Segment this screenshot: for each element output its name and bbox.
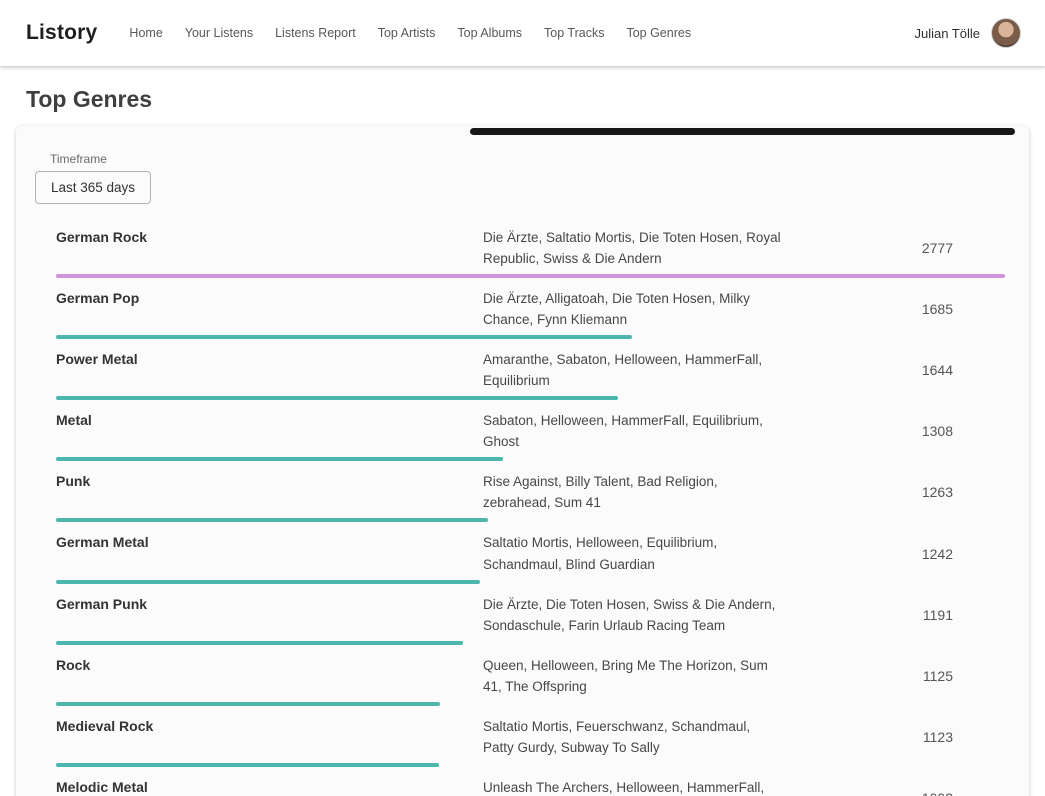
genre-progress-bar	[56, 457, 503, 461]
genre-count: 1644	[783, 362, 1005, 378]
nav-item-top-artists[interactable]: Top Artists	[378, 26, 436, 40]
nav-item-top-tracks[interactable]: Top Tracks	[544, 26, 604, 40]
genre-artists: Die Ärzte, Die Toten Hosen, Swiss & Die …	[483, 594, 783, 636]
table-row: German Punk Die Ärzte, Die Toten Hosen, …	[56, 586, 1005, 647]
genre-artists: Unleash The Archers, Helloween, HammerFa…	[483, 777, 783, 796]
genre-name: German Pop	[56, 288, 483, 306]
genre-progress-bar	[56, 580, 480, 584]
table-row: Melodic Metal Unleash The Archers, Hello…	[56, 769, 1005, 796]
genre-artists: Die Ärzte, Saltatio Mortis, Die Toten Ho…	[483, 227, 783, 269]
timeframe-control: Timeframe Last 365 days	[35, 152, 1005, 204]
table-row: German Metal Saltatio Mortis, Helloween,…	[56, 524, 1005, 585]
genre-name: German Metal	[56, 532, 483, 550]
table-row: German Rock Die Ärzte, Saltatio Mortis, …	[56, 219, 1005, 280]
genre-artists: Sabaton, Helloween, HammerFall, Equilibr…	[483, 410, 783, 452]
table-row: Rock Queen, Helloween, Bring Me The Hori…	[56, 647, 1005, 708]
genre-artists: Saltatio Mortis, Feuerschwanz, Schandmau…	[483, 716, 783, 758]
genre-progress-bar	[56, 763, 439, 767]
top-genres-card: Timeframe Last 365 days German Rock Die …	[16, 126, 1029, 796]
genre-count: 1002	[783, 790, 1005, 796]
nav-item-top-albums[interactable]: Top Albums	[457, 26, 522, 40]
genre-name: German Rock	[56, 227, 483, 245]
timeframe-label: Timeframe	[50, 152, 1005, 166]
genre-count: 1308	[783, 423, 1005, 439]
user-name: Julian Tölle	[914, 26, 980, 41]
genre-progress-bar	[56, 702, 440, 706]
nav-item-listens-report[interactable]: Listens Report	[275, 26, 356, 40]
genre-artists: Amaranthe, Sabaton, Helloween, HammerFal…	[483, 349, 783, 391]
genre-artists: Rise Against, Billy Talent, Bad Religion…	[483, 471, 783, 513]
genre-name: Power Metal	[56, 349, 483, 367]
genre-count: 1242	[783, 546, 1005, 562]
genre-artists: Queen, Helloween, Bring Me The Horizon, …	[483, 655, 783, 697]
nav-item-your-listens[interactable]: Your Listens	[185, 26, 253, 40]
table-row: Power Metal Amaranthe, Sabaton, Hellowee…	[56, 341, 1005, 402]
genre-table: German Rock Die Ärzte, Saltatio Mortis, …	[56, 219, 1005, 796]
genre-name: Punk	[56, 471, 483, 489]
genre-name: Rock	[56, 655, 483, 673]
nav-item-top-genres[interactable]: Top Genres	[626, 26, 691, 40]
genre-name: Melodic Metal	[56, 777, 483, 795]
avatar[interactable]	[991, 18, 1021, 48]
genre-name: Metal	[56, 410, 483, 428]
timeframe-select[interactable]: Last 365 days	[35, 171, 151, 204]
genre-name: German Punk	[56, 594, 483, 612]
page-title: Top Genres	[26, 86, 1045, 113]
user-box[interactable]: Julian Tölle	[914, 18, 1021, 48]
genre-count: 2777	[783, 240, 1005, 256]
app-logo[interactable]: Listory	[26, 21, 97, 45]
genre-name: Medieval Rock	[56, 716, 483, 734]
genre-count: 1123	[783, 729, 1005, 745]
genre-count: 1685	[783, 301, 1005, 317]
genre-count: 1125	[783, 668, 1005, 684]
genre-artists: Die Ärzte, Alligatoah, Die Toten Hosen, …	[483, 288, 783, 330]
genre-progress-bar	[56, 274, 1005, 278]
genre-progress-bar	[56, 335, 632, 339]
horizontal-scrollbar-thumb[interactable]	[470, 128, 1015, 135]
top-nav: Listory Home Your Listens Listens Report To…	[0, 0, 1045, 66]
genre-progress-bar	[56, 518, 488, 522]
table-row: Medieval Rock Saltatio Mortis, Feuerschw…	[56, 708, 1005, 769]
nav-item-home[interactable]: Home	[129, 26, 162, 40]
table-row: German Pop Die Ärzte, Alligatoah, Die To…	[56, 280, 1005, 341]
main-nav: Home Your Listens Listens Report Top Artist…	[129, 26, 914, 40]
table-row: Metal Sabaton, Helloween, HammerFall, Eq…	[56, 402, 1005, 463]
genre-artists: Saltatio Mortis, Helloween, Equilibrium,…	[483, 532, 783, 574]
genre-count: 1263	[783, 484, 1005, 500]
genre-count: 1191	[783, 607, 1005, 623]
main-content: Top Genres Timeframe Last 365 days Germa…	[0, 86, 1045, 796]
genre-progress-bar	[56, 396, 618, 400]
genre-progress-bar	[56, 641, 463, 645]
table-row: Punk Rise Against, Billy Talent, Bad Rel…	[56, 463, 1005, 524]
